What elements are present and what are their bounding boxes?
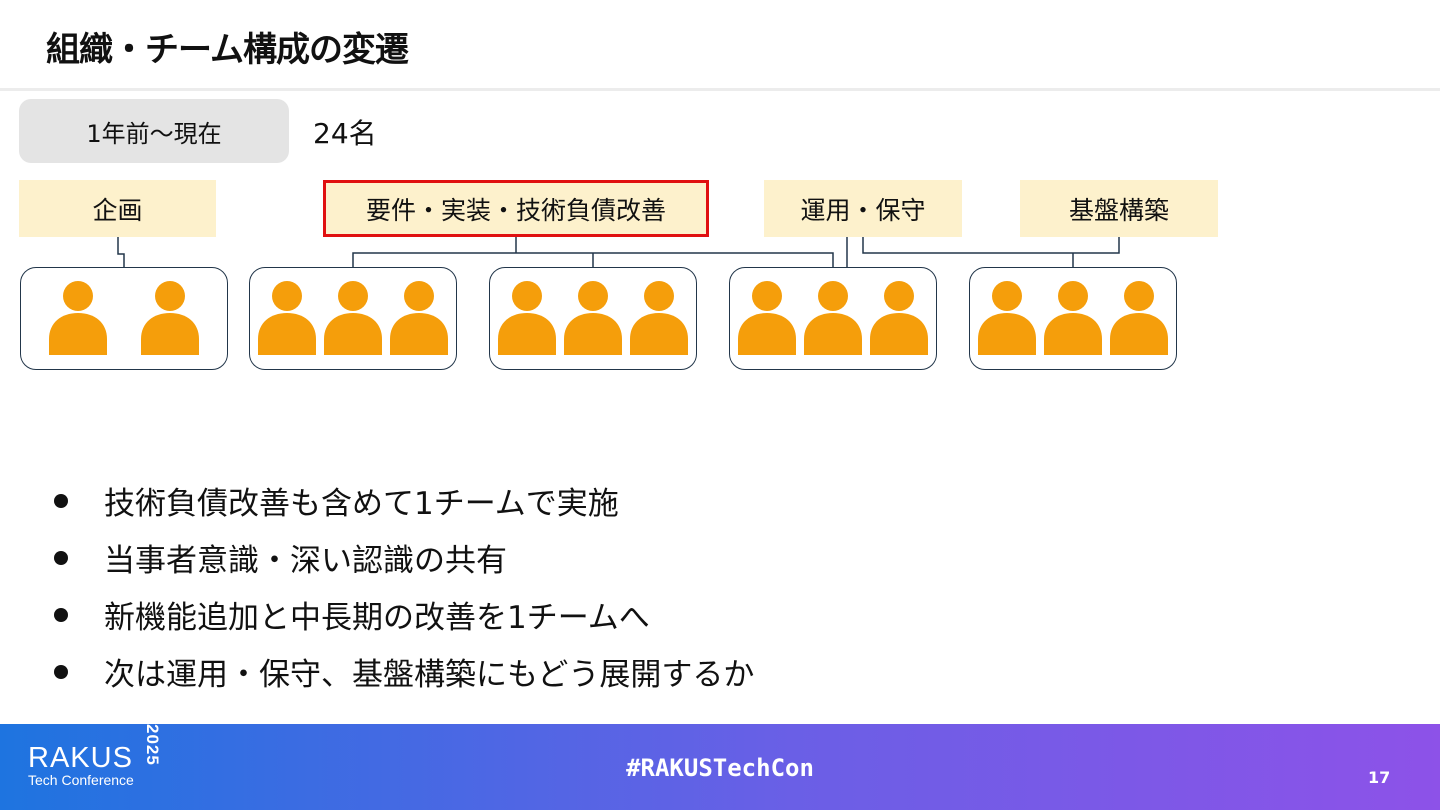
page-number: 17 bbox=[1368, 768, 1391, 787]
bullet-dot-icon bbox=[54, 550, 68, 565]
bullet-item: 次は運用・保守、基盤構築にもどう展開するか bbox=[48, 643, 754, 700]
person-icon bbox=[804, 281, 862, 355]
person-icon bbox=[630, 281, 688, 355]
person-icon bbox=[324, 281, 382, 355]
team-3 bbox=[489, 267, 697, 370]
connector-planning bbox=[117, 237, 125, 267]
connector-infrastructure bbox=[862, 237, 1120, 267]
person-icon bbox=[978, 281, 1036, 355]
person-icon bbox=[1044, 281, 1102, 355]
footer-bar: RAKUS Tech Conference 2025 #RAKUSTechCon… bbox=[0, 724, 1440, 810]
connector-lines bbox=[117, 237, 1120, 267]
bullet-item: 技術負債改善も含めて1チームで実施 bbox=[48, 472, 754, 529]
bullet-dot-icon bbox=[54, 493, 68, 508]
team-2 bbox=[249, 267, 457, 370]
team-1 bbox=[20, 267, 228, 370]
bullet-item: 当事者意識・深い認識の共有 bbox=[48, 529, 754, 586]
person-icon bbox=[870, 281, 928, 355]
bullet-dot-icon bbox=[54, 607, 68, 622]
person-icon bbox=[498, 281, 556, 355]
connector-development bbox=[352, 237, 834, 267]
team-5 bbox=[969, 267, 1177, 370]
person-icon bbox=[141, 281, 199, 355]
summary-bullets: 技術負債改善も含めて1チームで実施 当事者意識・深い認識の共有 新機能追加と中長… bbox=[48, 472, 754, 700]
person-icon bbox=[1110, 281, 1168, 355]
bullet-dot-icon bbox=[54, 664, 68, 679]
person-icon bbox=[258, 281, 316, 355]
person-icon bbox=[738, 281, 796, 355]
bullet-item: 新機能追加と中長期の改善を1チームへ bbox=[48, 586, 754, 643]
person-icon bbox=[49, 281, 107, 355]
hashtag: #RAKUSTechCon bbox=[626, 754, 814, 782]
person-icon bbox=[390, 281, 448, 355]
person-icon bbox=[564, 281, 622, 355]
team-4 bbox=[729, 267, 937, 370]
